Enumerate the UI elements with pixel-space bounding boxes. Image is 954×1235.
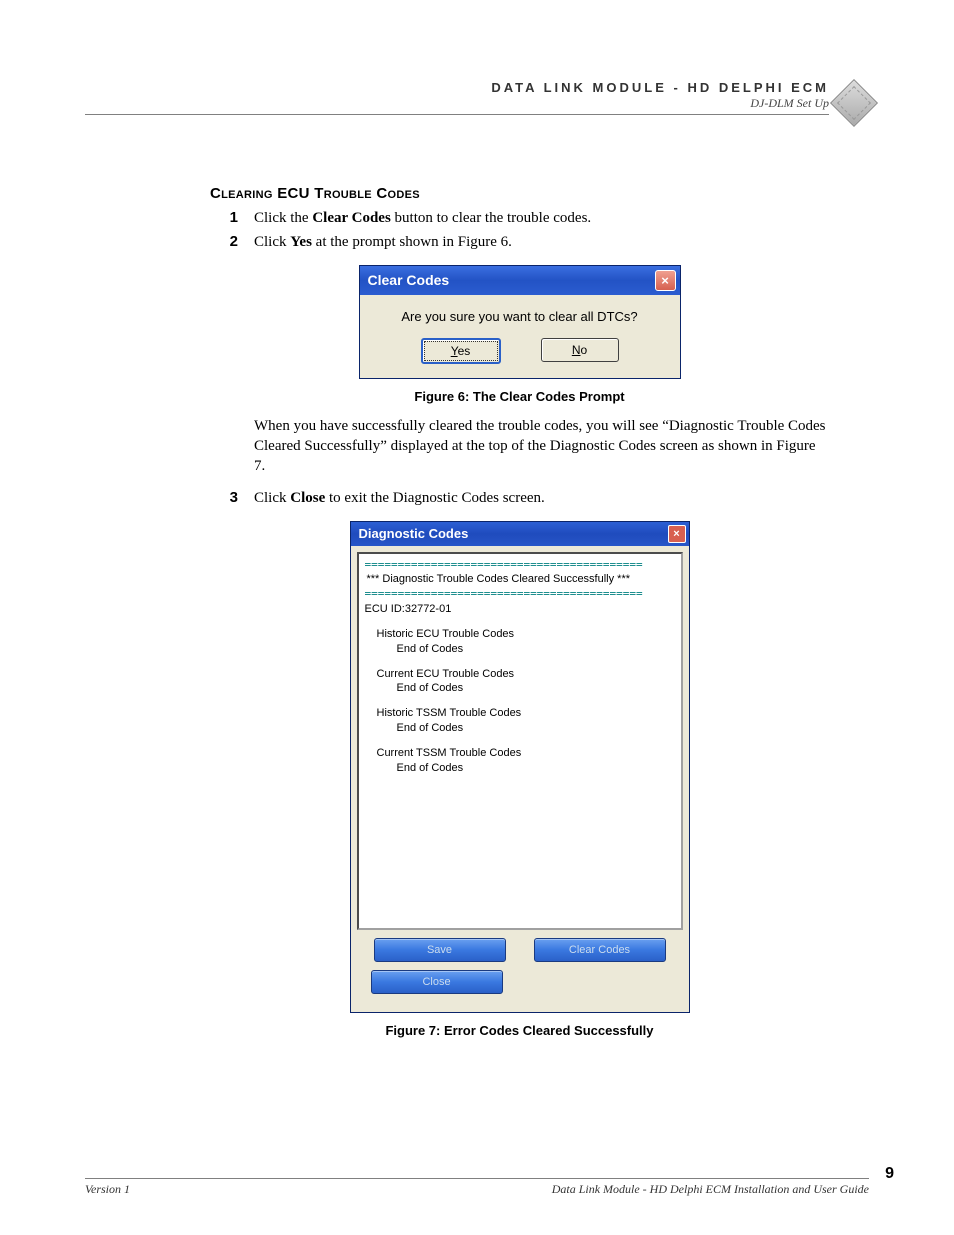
success-message: *** Diagnostic Trouble Codes Cleared Suc… bbox=[365, 572, 675, 587]
step-list: 1 Click the Clear Codes button to clear … bbox=[210, 208, 829, 253]
code-block-end: End of Codes bbox=[365, 642, 675, 657]
figure-6: Clear Codes × Are you sure you want to c… bbox=[210, 265, 829, 404]
footer-left: Version 1 bbox=[85, 1182, 130, 1197]
clear-codes-button[interactable]: Clear Codes bbox=[534, 938, 666, 962]
footer-right: Data Link Module - HD Delphi ECM Install… bbox=[552, 1182, 869, 1197]
step-item: 2 Click Yes at the prompt shown in Figur… bbox=[210, 232, 829, 252]
code-block-title: Current ECU Trouble Codes bbox=[365, 667, 675, 682]
header-decorative-icon bbox=[830, 79, 878, 127]
figure-7-caption: Figure 7: Error Codes Cleared Successful… bbox=[385, 1023, 653, 1038]
step-list-2: 3 Click Close to exit the Diagnostic Cod… bbox=[210, 488, 829, 508]
step-text: Click Yes at the prompt shown in Figure … bbox=[254, 232, 512, 252]
code-block-end: End of Codes bbox=[365, 721, 675, 736]
divider-line: ========================================… bbox=[365, 587, 675, 602]
close-icon[interactable]: × bbox=[655, 270, 676, 291]
step-item: 3 Click Close to exit the Diagnostic Cod… bbox=[210, 488, 829, 508]
step-number: 2 bbox=[210, 232, 238, 252]
header-subtitle: DJ-DLM Set Up bbox=[85, 96, 829, 111]
dialog-title: Diagnostic Codes bbox=[359, 526, 469, 541]
diagnostic-codes-dialog: Diagnostic Codes × =====================… bbox=[350, 521, 690, 1013]
header-title: DATA LINK MODULE - HD DELPHI ECM bbox=[85, 80, 829, 95]
clear-codes-dialog: Clear Codes × Are you sure you want to c… bbox=[359, 265, 681, 379]
code-block-title: Current TSSM Trouble Codes bbox=[365, 746, 675, 761]
dialog-titlebar: Diagnostic Codes × bbox=[351, 522, 689, 546]
code-block-title: Historic TSSM Trouble Codes bbox=[365, 706, 675, 721]
code-block-end: End of Codes bbox=[365, 681, 675, 696]
step-text: Click Close to exit the Diagnostic Codes… bbox=[254, 488, 545, 508]
step-number: 3 bbox=[210, 488, 238, 508]
code-block: Historic ECU Trouble Codes End of Codes bbox=[365, 627, 675, 657]
divider-line: ========================================… bbox=[365, 558, 675, 573]
close-icon[interactable]: × bbox=[668, 525, 686, 543]
code-block-end: End of Codes bbox=[365, 761, 675, 776]
save-button[interactable]: Save bbox=[374, 938, 506, 962]
yes-button[interactable]: Yes bbox=[421, 338, 501, 364]
dialog-message: Are you sure you want to clear all DTCs? bbox=[360, 295, 680, 338]
figure-7: Diagnostic Codes × =====================… bbox=[210, 521, 829, 1038]
no-button[interactable]: No bbox=[541, 338, 619, 362]
step-text: Click the Clear Codes button to clear th… bbox=[254, 208, 591, 228]
paragraph: When you have successfully cleared the t… bbox=[254, 416, 829, 477]
code-block: Current ECU Trouble Codes End of Codes bbox=[365, 667, 675, 697]
dialog-title: Clear Codes bbox=[368, 272, 450, 288]
step-number: 1 bbox=[210, 208, 238, 228]
dialog-button-area: Save Clear Codes Close bbox=[351, 936, 689, 1012]
dialog-titlebar: Clear Codes × bbox=[360, 266, 680, 295]
code-block: Current TSSM Trouble Codes End of Codes bbox=[365, 746, 675, 776]
code-block: Historic TSSM Trouble Codes End of Codes bbox=[365, 706, 675, 736]
page-footer: Version 1 Data Link Module - HD Delphi E… bbox=[85, 1178, 869, 1197]
ecu-id: ECU ID:32772-01 bbox=[365, 602, 675, 617]
page-number: 9 bbox=[885, 1165, 894, 1183]
codes-listbox: ========================================… bbox=[357, 552, 683, 930]
section-title: Clearing ECU Trouble Codes bbox=[210, 185, 829, 202]
dialog-button-row: Yes No bbox=[360, 338, 680, 378]
code-block-title: Historic ECU Trouble Codes bbox=[365, 627, 675, 642]
close-button[interactable]: Close bbox=[371, 970, 503, 994]
figure-6-caption: Figure 6: The Clear Codes Prompt bbox=[414, 389, 624, 404]
step-item: 1 Click the Clear Codes button to clear … bbox=[210, 208, 829, 228]
page-header: DATA LINK MODULE - HD DELPHI ECM DJ-DLM … bbox=[85, 80, 829, 115]
